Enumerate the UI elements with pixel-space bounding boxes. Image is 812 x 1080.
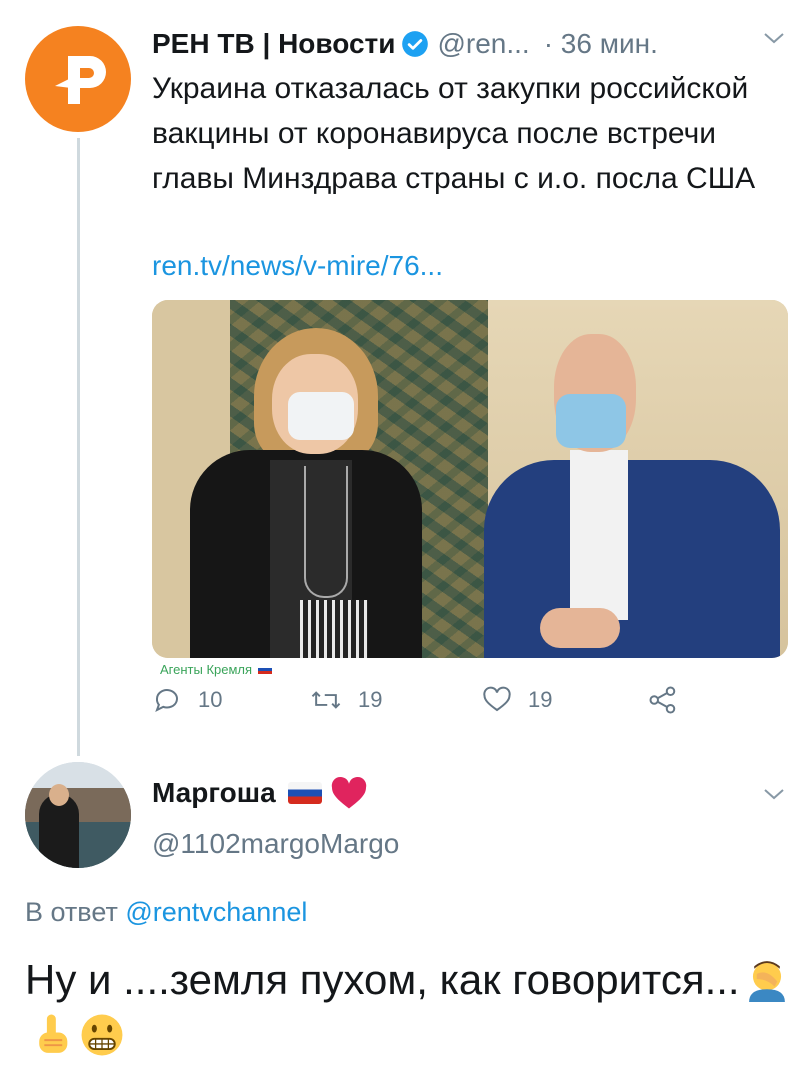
- reply-to-prefix: В ответ: [25, 897, 118, 927]
- tweet-text: Украина отказалась от закупки российской…: [152, 72, 756, 195]
- reply-count: 10: [198, 687, 223, 712]
- grimacing-emoji: [81, 1014, 123, 1056]
- author-handle[interactable]: @ren...: [437, 28, 529, 60]
- like-button[interactable]: 19: [482, 680, 552, 720]
- thread-connector-line: [77, 138, 80, 756]
- chevron-down-icon[interactable]: [762, 30, 786, 46]
- reply-to-mention[interactable]: @rentvchannel: [125, 897, 307, 927]
- chevron-down-icon[interactable]: [762, 786, 786, 802]
- reply-author-name[interactable]: Маргоша: [152, 777, 276, 809]
- retweet-button[interactable]: 19: [310, 680, 382, 720]
- pointing-up-emoji: [39, 1014, 68, 1053]
- man-hands: [540, 608, 620, 648]
- reply-text-block: Ну и ....земля пухом, как говорится...: [25, 952, 795, 1064]
- reply-author-handle[interactable]: @1102margoMargo: [152, 828, 399, 860]
- woman-mask: [288, 392, 354, 440]
- tweet-actions: 10 19 19: [152, 680, 792, 720]
- man-mask: [556, 394, 626, 448]
- verified-badge-icon: [402, 31, 429, 57]
- margosha-avatar[interactable]: [25, 762, 131, 868]
- facepalm-emoji: [748, 961, 785, 1002]
- reply-icon: [155, 689, 178, 713]
- russian-flag-icon: [258, 665, 273, 674]
- red-heart-icon: [331, 776, 366, 809]
- reply-author-row: Маргоша: [152, 770, 368, 816]
- share-icon: [649, 686, 676, 714]
- russian-flag-icon: [287, 782, 322, 804]
- author-name[interactable]: РЕН ТВ | Новости: [152, 28, 395, 60]
- woman-dress-stripes: [300, 600, 368, 658]
- share-button[interactable]: [648, 680, 678, 720]
- woman-necklace: [304, 466, 348, 598]
- retweet-count: 19: [358, 687, 383, 712]
- man-suit: [484, 460, 780, 658]
- tweet-header: РЕН ТВ | Новости @ren... · 36 мин.: [152, 22, 792, 66]
- reply-button[interactable]: 10: [152, 680, 222, 720]
- tweet-link[interactable]: ren.tv/news/v-mire/76...: [152, 250, 443, 282]
- avatar-person-head: [49, 784, 69, 806]
- reply-text: Ну и ....земля пухом, как говорится...: [25, 956, 740, 1003]
- like-count: 19: [528, 687, 553, 712]
- image-watermark: Агенты Кремля: [160, 662, 273, 677]
- tweet-photo[interactable]: [152, 300, 788, 658]
- ren-tv-avatar[interactable]: [25, 26, 131, 132]
- watermark-text: Агенты Кремля: [160, 662, 253, 677]
- retweet-icon: [311, 691, 341, 709]
- man-shirt: [570, 450, 628, 620]
- ren-tv-logo-icon: [55, 56, 106, 104]
- reply-to-line: В ответ @rentvchannel: [25, 897, 307, 928]
- tweet-timestamp[interactable]: · 36 мин.: [544, 28, 658, 60]
- like-icon: [483, 686, 511, 712]
